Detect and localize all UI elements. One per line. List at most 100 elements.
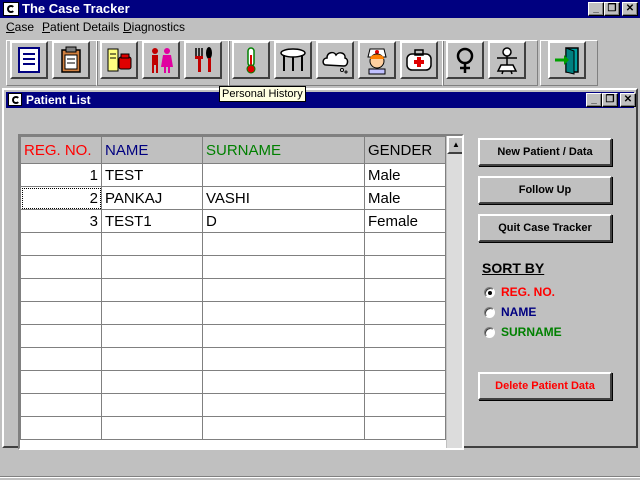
cell-reg[interactable] [20,347,102,371]
cell-name[interactable] [101,301,203,325]
cell-surname[interactable] [202,370,365,394]
cell-name[interactable] [101,255,203,279]
cell-gender[interactable] [364,278,446,302]
table-row[interactable] [20,301,446,325]
menu-patient-details[interactable]: Patient Details [42,20,119,34]
cell-gender[interactable] [364,347,446,371]
table-row[interactable]: 2 PANKAJ VASHI Male [20,186,446,210]
notes-button[interactable] [10,41,48,79]
cell-gender[interactable] [364,416,446,440]
cell-name[interactable] [101,347,203,371]
cell-name[interactable] [101,393,203,417]
cell-reg[interactable]: 1 [20,163,102,187]
table-row[interactable] [20,232,446,256]
table-row[interactable] [20,255,446,279]
records-button[interactable] [52,41,90,79]
exit-button[interactable] [548,41,586,79]
cell-reg[interactable] [20,393,102,417]
table-row[interactable]: 1 TEST Male [20,163,446,187]
restore-button[interactable]: ❐ [604,2,620,16]
family-button[interactable] [142,41,180,79]
cell-surname[interactable] [202,163,365,187]
table-row[interactable] [20,393,446,417]
table-row[interactable] [20,324,446,348]
child-minimize-button[interactable]: _ [586,93,602,107]
table-row[interactable]: 3 TEST1 D Female [20,209,446,233]
quit-case-tracker-button[interactable]: Quit Case Tracker [478,214,612,242]
cell-reg[interactable] [20,255,102,279]
cell-gender[interactable] [364,301,446,325]
cell-reg[interactable] [20,232,102,256]
nurse-button[interactable] [358,41,396,79]
table-row[interactable] [20,278,446,302]
cell-reg[interactable] [20,301,102,325]
cell-surname[interactable] [202,347,365,371]
cell-name[interactable]: PANKAJ [101,186,203,210]
cell-name[interactable] [101,324,203,348]
follow-up-button[interactable]: Follow Up [478,176,612,204]
cell-surname[interactable] [202,301,365,325]
table-row[interactable] [20,416,446,440]
medical-kit-button[interactable] [400,41,438,79]
app-system-menu-icon[interactable] [3,2,19,16]
cell-gender[interactable]: Female [364,209,446,233]
new-patient-button[interactable]: New Patient / Data [478,138,612,166]
menu-case[interactable]: Case [6,20,34,34]
child-close-button[interactable]: ✕ [620,93,636,107]
cell-reg[interactable] [20,416,102,440]
table-row[interactable] [20,347,446,371]
sort-option-reg-no[interactable]: REG. NO. [484,284,555,300]
header-reg-no[interactable]: REG. NO. [20,136,102,164]
header-name[interactable]: NAME [101,136,203,164]
cell-reg[interactable] [20,370,102,394]
header-gender[interactable]: GENDER [364,136,446,164]
cell-surname[interactable] [202,255,365,279]
minimize-button[interactable]: _ [588,2,604,16]
scroll-up-icon[interactable]: ▲ [447,136,462,154]
cell-name[interactable] [101,232,203,256]
delete-patient-button[interactable]: Delete Patient Data [478,372,612,400]
cell-surname[interactable] [202,324,365,348]
cell-reg[interactable] [20,324,102,348]
gynaecology-button[interactable] [446,41,484,79]
cell-gender[interactable] [364,393,446,417]
close-button[interactable]: ✕ [622,2,638,16]
sort-option-name[interactable]: NAME [484,304,536,320]
app-title-bar[interactable]: The Case Tracker _ ❐ ✕ [0,0,640,18]
menu-diagnostics[interactable]: Diagnostics [123,20,185,34]
cell-gender[interactable] [364,370,446,394]
cell-surname[interactable] [202,232,365,256]
cell-name[interactable] [101,370,203,394]
patient-grid[interactable]: REG. NO. NAME SURNAME GENDER 1 TEST Male 2 P… [18,134,464,450]
sort-radio-name[interactable] [484,306,495,318]
header-surname[interactable]: SURNAME [202,136,365,164]
cell-surname[interactable] [202,416,365,440]
cell-reg[interactable]: 3 [20,209,102,233]
mind-button[interactable] [316,41,354,79]
stool-button[interactable] [274,41,312,79]
cell-surname[interactable]: D [202,209,365,233]
sort-radio-surname[interactable] [484,326,495,338]
patient-list-title-bar[interactable]: Patient List _ ❐ ✕ [6,92,636,108]
paediatrics-button[interactable] [488,41,526,79]
cell-name[interactable] [101,278,203,302]
sort-radio-reg-no[interactable] [484,286,495,298]
cell-surname[interactable] [202,393,365,417]
cell-reg[interactable] [20,278,102,302]
table-row[interactable] [20,370,446,394]
cell-surname[interactable] [202,278,365,302]
contact-button[interactable] [100,41,138,79]
sort-option-surname[interactable]: SURNAME [484,324,562,340]
cell-name[interactable]: TEST [101,163,203,187]
cell-gender[interactable]: Male [364,186,446,210]
cell-surname[interactable]: VASHI [202,186,365,210]
child-restore-button[interactable]: ❐ [602,93,618,107]
cell-name[interactable]: TEST1 [101,209,203,233]
cell-name[interactable] [101,416,203,440]
diet-button[interactable] [184,41,222,79]
grid-vertical-scrollbar[interactable]: ▲ [446,136,462,448]
cell-reg[interactable]: 2 [20,186,102,210]
cell-gender[interactable] [364,324,446,348]
cell-gender[interactable]: Male [364,163,446,187]
child-system-menu-icon[interactable] [8,93,22,106]
